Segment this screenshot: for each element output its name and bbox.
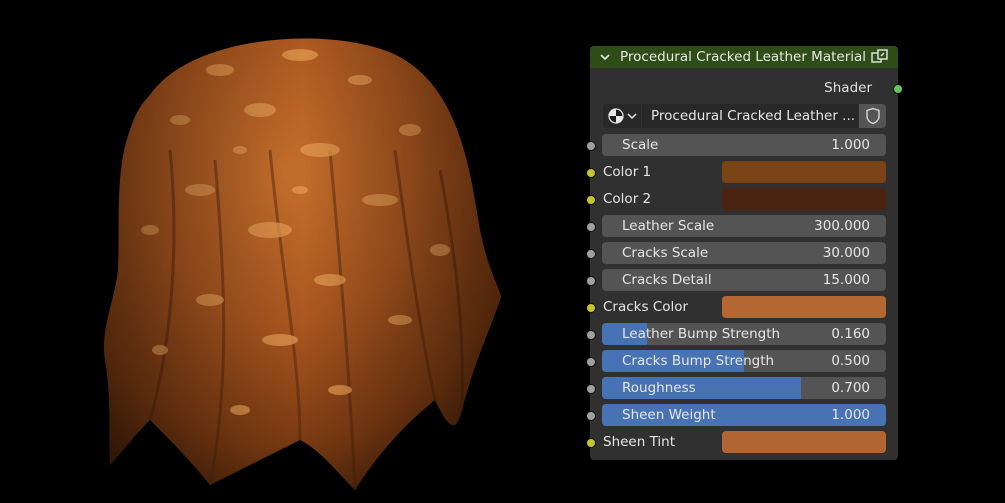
leather-scale-label: Leather Scale: [622, 218, 715, 234]
cracks-scale-field[interactable]: Cracks Scale 30.000: [602, 242, 886, 264]
cracks-color-swatch[interactable]: [722, 296, 886, 318]
node-header[interactable]: Procedural Cracked Leather Material: [590, 46, 898, 68]
leather-bump-slider[interactable]: Leather Bump Strength 0.160: [602, 323, 886, 345]
color2-label: Color 2: [603, 191, 652, 207]
cracks-color-label: Cracks Color: [603, 299, 689, 315]
sheen-weight-slider[interactable]: Sheen Weight 1.000: [602, 404, 886, 426]
cracks-detail-socket[interactable]: [586, 276, 596, 286]
scale-socket[interactable]: [586, 141, 596, 151]
color2-swatch[interactable]: [722, 188, 886, 210]
cracks-scale-socket[interactable]: [586, 249, 596, 259]
chevron-down-icon[interactable]: [598, 50, 612, 64]
scale-value: 1.000: [831, 137, 870, 153]
scale-field[interactable]: Scale 1.000: [602, 134, 886, 156]
cracks-bump-label: Cracks Bump Strength: [622, 353, 775, 369]
fold-shadow: [103, 38, 501, 491]
cracks-bump-value: 0.500: [831, 353, 870, 369]
roughness-socket[interactable]: [586, 384, 596, 394]
sheen-weight-value: 1.000: [831, 407, 870, 423]
leather-bump-value: 0.160: [831, 326, 870, 342]
shader-output-label: Shader: [824, 80, 872, 96]
material-name-field[interactable]: Procedural Cracked Leather ...: [642, 104, 858, 128]
cracks-bump-slider[interactable]: Cracks Bump Strength 0.500: [602, 350, 886, 372]
leather-bump-socket[interactable]: [586, 330, 596, 340]
shader-output-socket[interactable]: [893, 84, 903, 94]
fake-user-button[interactable]: [859, 104, 886, 128]
material-selector[interactable]: Procedural Cracked Leather ...: [603, 104, 886, 128]
sheen-weight-socket[interactable]: [586, 411, 596, 421]
color1-swatch[interactable]: [722, 161, 886, 183]
node-group-icon[interactable]: [871, 49, 889, 65]
cracks-detail-field[interactable]: Cracks Detail 15.000: [602, 269, 886, 291]
cracks-detail-label: Cracks Detail: [622, 272, 712, 288]
roughness-slider[interactable]: Roughness 0.700: [602, 377, 886, 399]
leather-scale-field[interactable]: Leather Scale 300.000: [602, 215, 886, 237]
roughness-label: Roughness: [622, 380, 696, 396]
cracks-scale-label: Cracks Scale: [622, 245, 709, 261]
color1-socket[interactable]: [586, 168, 596, 178]
material-sphere-icon: [608, 108, 624, 124]
node-title: Procedural Cracked Leather Material: [620, 49, 867, 65]
color2-socket[interactable]: [586, 195, 596, 205]
cracks-bump-socket[interactable]: [586, 357, 596, 367]
color1-label: Color 1: [603, 164, 652, 180]
sheen-tint-socket[interactable]: [586, 438, 596, 448]
scale-label: Scale: [622, 137, 659, 153]
chevron-down-icon: [627, 113, 637, 120]
sheen-tint-swatch[interactable]: [722, 431, 886, 453]
node-group-panel[interactable]: Procedural Cracked Leather Material Shad…: [586, 46, 903, 460]
leather-bump-label: Leather Bump Strength: [622, 326, 781, 342]
leather-scale-socket[interactable]: [586, 222, 596, 232]
browse-material-button[interactable]: [603, 104, 641, 128]
material-preview-render: [103, 38, 501, 491]
shield-icon: [866, 107, 880, 125]
sheen-weight-label: Sheen Weight: [622, 407, 716, 423]
sheen-tint-label: Sheen Tint: [603, 434, 676, 450]
leather-scale-value: 300.000: [814, 218, 870, 234]
roughness-value: 0.700: [831, 380, 870, 396]
cracks-detail-value: 15.000: [822, 272, 870, 288]
cracks-scale-value: 30.000: [822, 245, 870, 261]
cracks-color-socket[interactable]: [586, 303, 596, 313]
